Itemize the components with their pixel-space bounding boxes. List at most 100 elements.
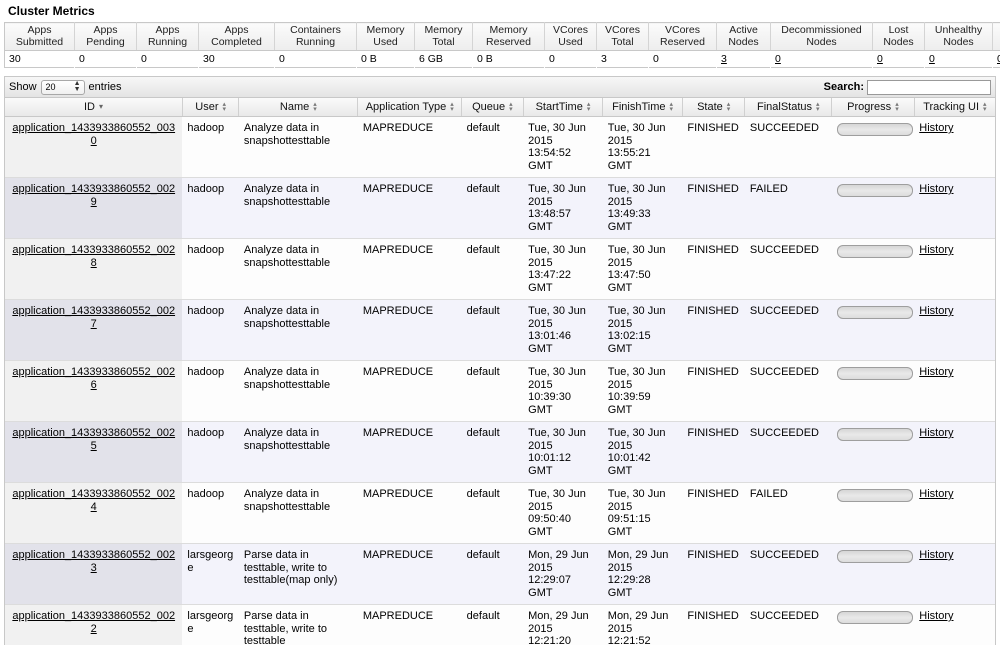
cell-progress: [831, 238, 915, 300]
cluster-metric-header: Decommissioned Nodes: [770, 22, 873, 51]
application-id-link[interactable]: application_1433933860552_0030: [12, 122, 175, 147]
applications-table: ID User Name Application Type Queue StartTime…: [5, 98, 995, 645]
cluster-metric-header: Memory Reserved: [472, 22, 545, 51]
cell-user: larsgeorge: [182, 604, 239, 645]
application-id-link[interactable]: application_1433933860552_0028: [12, 244, 175, 269]
cell-finish-time: Tue, 30 Jun 2015 13:55:21 GMT: [602, 116, 683, 178]
column-header-label: User: [195, 101, 219, 113]
cluster-metric-value: 30: [4, 50, 75, 68]
history-link[interactable]: History: [919, 305, 953, 317]
application-id-link[interactable]: application_1433933860552_0029: [12, 183, 175, 208]
cell-progress: [831, 299, 915, 361]
cluster-metric-value[interactable]: 0: [992, 50, 1000, 68]
sort-descending-icon: [99, 103, 103, 111]
application-id-link[interactable]: application_1433933860552_0022: [12, 610, 175, 635]
page-length-select[interactable]: 20 ▲ ▼: [40, 79, 85, 95]
column-header-progress[interactable]: Progress: [831, 98, 915, 117]
cluster-metric-value: 0 B: [472, 50, 545, 68]
cluster-metric-header: Rebooted Nodes: [992, 22, 1000, 51]
cell-application-type: MAPREDUCE: [357, 421, 462, 483]
cluster-metric-link[interactable]: 3: [721, 53, 727, 65]
cluster-metric-value[interactable]: 0: [770, 50, 873, 68]
cluster-metric-value[interactable]: 0: [872, 50, 925, 68]
column-header-label: Queue: [472, 101, 506, 113]
progress-bar: [836, 306, 913, 319]
column-header-tracking-ui[interactable]: Tracking UI: [914, 98, 995, 117]
history-link[interactable]: History: [919, 549, 953, 561]
cell-name: Parse data in testtable, write to testta…: [238, 604, 358, 645]
column-header-state[interactable]: State: [682, 98, 746, 117]
column-header-finalstatus[interactable]: FinalStatus: [744, 98, 833, 117]
history-link[interactable]: History: [919, 610, 953, 622]
page-length-value: 20: [45, 81, 56, 92]
cell-state: FINISHED: [682, 482, 745, 544]
cell-name: Parse data in testtable, write to testta…: [238, 543, 358, 605]
sort-both-icon: [670, 102, 674, 112]
progress-bar: [836, 611, 913, 624]
history-link[interactable]: History: [919, 488, 953, 500]
application-id-link[interactable]: application_1433933860552_0023: [12, 549, 175, 574]
history-link[interactable]: History: [919, 427, 953, 439]
cell-application-type: MAPREDUCE: [357, 604, 462, 645]
cell-application-type: MAPREDUCE: [357, 116, 462, 178]
cell-tracking-ui: History: [914, 360, 995, 422]
cell-user: larsgeorge: [182, 543, 239, 605]
column-header-starttime[interactable]: StartTime: [523, 98, 604, 117]
cluster-metric-link[interactable]: 0: [877, 53, 883, 65]
column-header-user[interactable]: User: [182, 98, 240, 117]
cluster-metric-header: Memory Used: [356, 22, 415, 51]
cluster-metric-header: Unhealthy Nodes: [924, 22, 993, 51]
cell-progress: [831, 177, 915, 239]
column-header-queue[interactable]: Queue: [461, 98, 524, 117]
column-header-label: ID: [83, 101, 95, 113]
column-header-id[interactable]: ID: [5, 98, 183, 117]
cell-state: FINISHED: [682, 116, 745, 178]
cluster-metric-header: VCores Used: [544, 22, 597, 51]
cell-tracking-ui: History: [914, 421, 995, 483]
cell-tracking-ui: History: [914, 299, 995, 361]
cluster-metric-value: 0: [74, 50, 137, 68]
cell-progress: [831, 543, 915, 605]
application-id-link[interactable]: application_1433933860552_0027: [12, 305, 175, 330]
sort-both-icon: [509, 102, 513, 112]
cell-start-time: Tue, 30 Jun 2015 13:48:57 GMT: [523, 177, 603, 239]
column-header-finishtime[interactable]: FinishTime: [602, 98, 683, 117]
cluster-metric-value[interactable]: 0: [924, 50, 993, 68]
cluster-metric-link[interactable]: 0: [775, 53, 781, 65]
history-link[interactable]: History: [919, 244, 953, 256]
page-length-control[interactable]: Show 20 ▲ ▼ entries: [9, 79, 122, 95]
cell-final-status: SUCCEEDED: [744, 421, 832, 483]
cluster-metric-value[interactable]: 3: [716, 50, 771, 68]
table-row: application_1433933860552_0029 hadoop Anal…: [5, 177, 995, 239]
cell-name: Analyze data in snapshottesttable: [238, 299, 358, 361]
history-link[interactable]: History: [919, 366, 953, 378]
cell-name: Analyze data in snapshottesttable: [238, 482, 358, 544]
cell-application-id: application_1433933860552_0030: [5, 116, 183, 178]
cluster-metric-header: Apps Pending: [74, 22, 137, 51]
progress-bar: [836, 428, 913, 441]
cell-application-id: application_1433933860552_0024: [5, 482, 183, 544]
search-input[interactable]: [867, 79, 991, 95]
cluster-metric-value: 0 B: [356, 50, 415, 68]
history-link[interactable]: History: [919, 122, 953, 134]
sort-both-icon: [223, 102, 227, 112]
cell-tracking-ui: History: [914, 543, 995, 605]
table-row: application_1433933860552_0030 hadoop Anal…: [5, 116, 995, 178]
history-link[interactable]: History: [919, 183, 953, 195]
column-header-name[interactable]: Name: [238, 98, 359, 117]
application-id-link[interactable]: application_1433933860552_0026: [12, 366, 175, 391]
application-id-link[interactable]: application_1433933860552_0025: [12, 427, 175, 452]
cell-progress: [831, 482, 915, 544]
application-id-link[interactable]: application_1433933860552_0024: [12, 488, 175, 513]
progress-bar: [836, 245, 913, 258]
cell-queue: default: [461, 116, 524, 178]
sort-both-icon: [983, 102, 987, 112]
cluster-metric-link[interactable]: 0: [929, 53, 935, 65]
sort-both-icon: [895, 102, 899, 112]
column-header-label: Tracking UI: [923, 101, 980, 113]
cell-application-type: MAPREDUCE: [357, 299, 462, 361]
column-header-application-type[interactable]: Application Type: [357, 98, 463, 117]
cluster-metrics-value-row: 30 0 0 30 0 0 B6 GB 0 B03030000: [4, 50, 1000, 68]
cluster-metric-value: 3: [596, 50, 649, 68]
cell-application-id: application_1433933860552_0026: [5, 360, 183, 422]
